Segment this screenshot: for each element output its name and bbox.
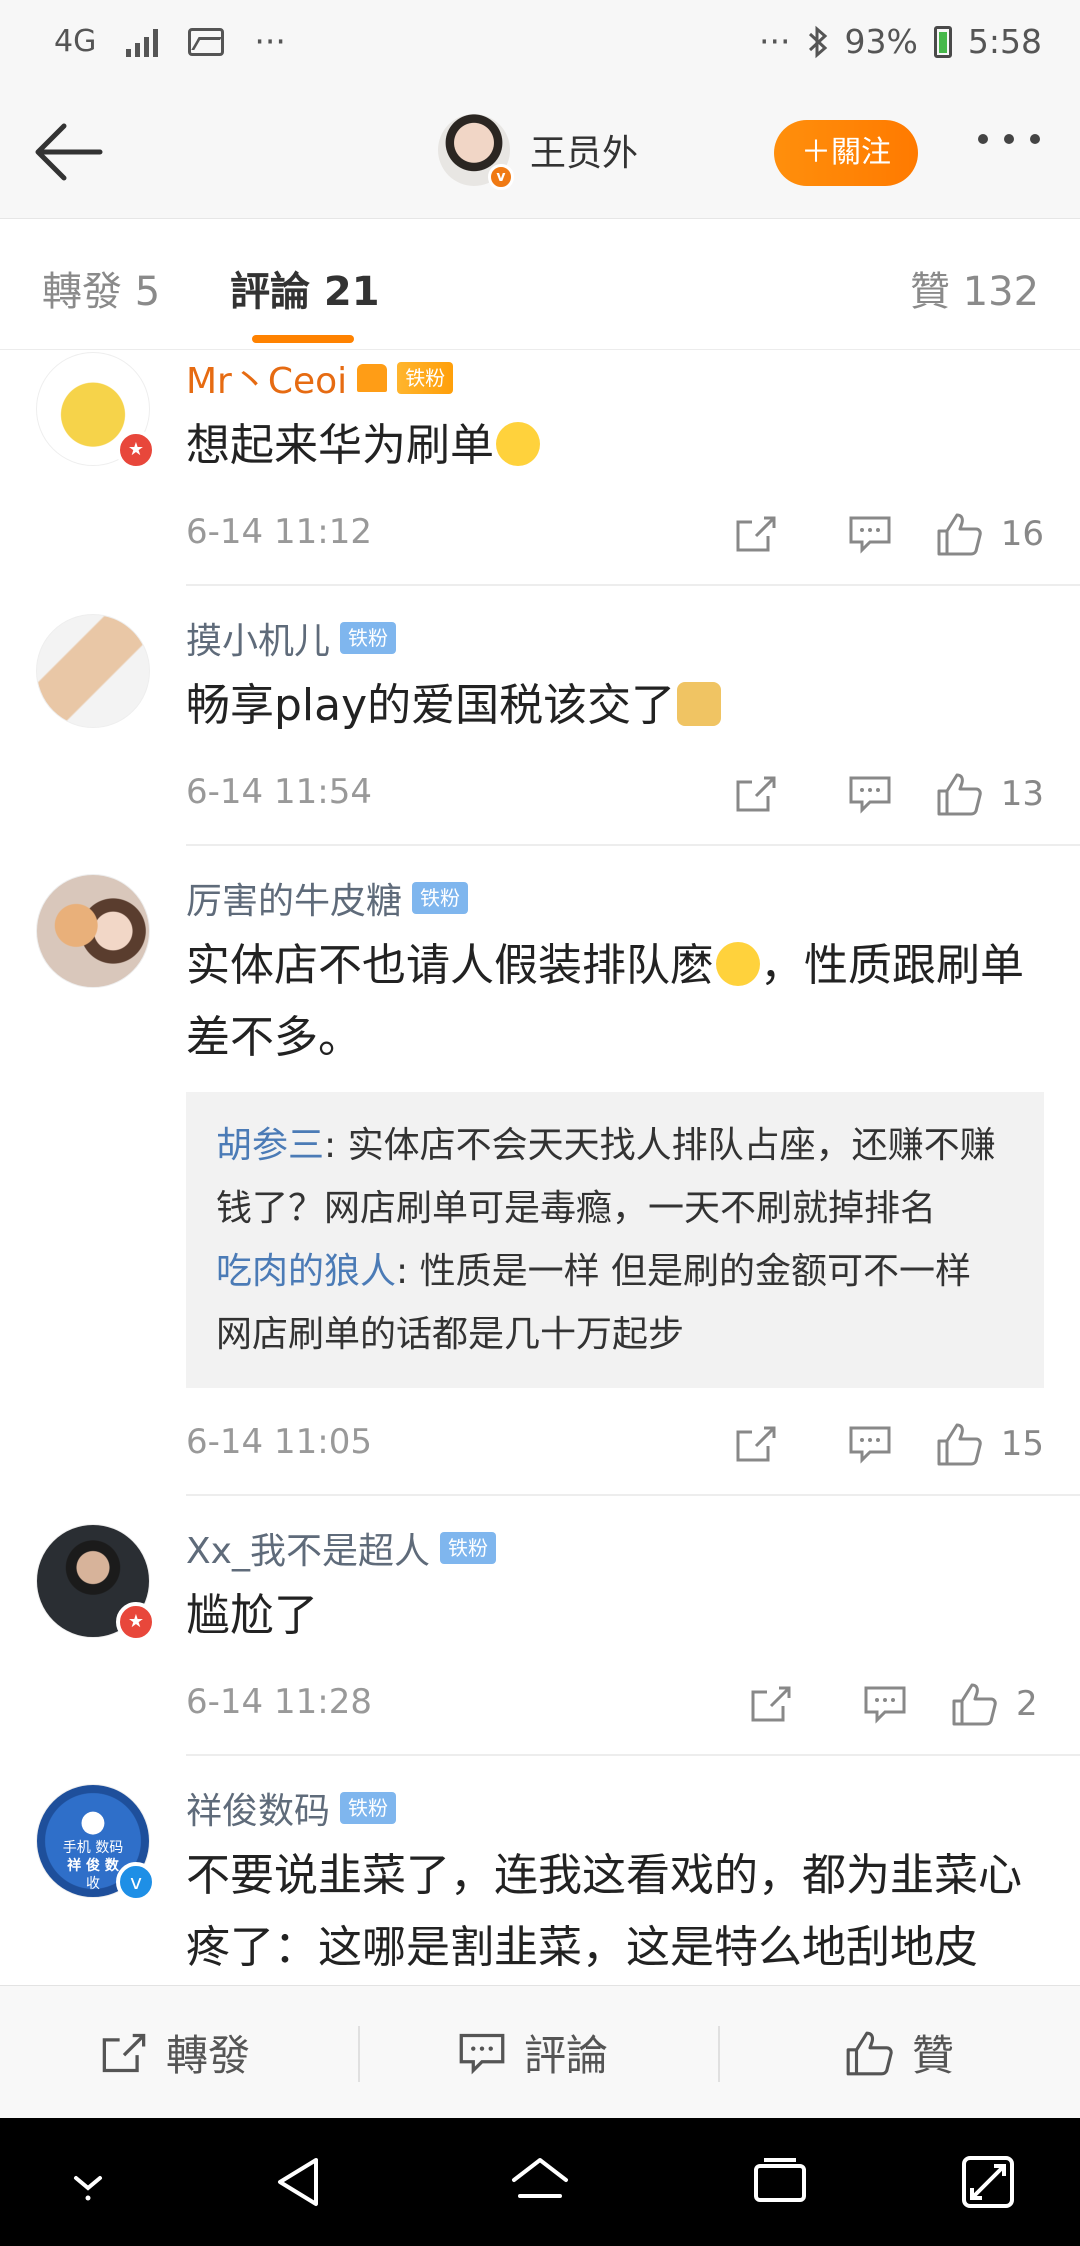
like-button[interactable]: 15: [935, 1421, 1044, 1467]
battery-icon: [933, 25, 952, 58]
top-nav-bar: v 王员外 ＋關注: [0, 90, 1080, 218]
tab-comments[interactable]: 評論 21: [230, 259, 380, 317]
author-avatar[interactable]: v: [438, 114, 514, 190]
thumbs-up-icon: [952, 1683, 997, 1726]
thumbs-up-icon: [937, 513, 982, 556]
clock: 5:58: [967, 22, 1042, 61]
home-nav-icon[interactable]: [510, 2152, 570, 2212]
back-arrow-icon[interactable]: [28, 120, 108, 184]
comment-item: ● 手机 数码 祥 俊 数 收 v 祥俊数码 铁粉 不要说韭菜了，连我这看戏的，…: [0, 1756, 1080, 1984]
comment-text: 不要说韭菜了，连我这看戏的，都为韭菜心疼了：这哪是割韭菜，这是特么地刮地皮: [186, 1850, 1022, 1973]
comment-item: 摸小机儿 铁粉 畅享play的爱国税该交了 6-14 11:54 13: [0, 586, 1080, 844]
commenter-name[interactable]: 摸小机儿 铁粉: [186, 612, 1044, 664]
thumbs-up-icon: [846, 2031, 893, 2075]
more-notifications-icon: ···: [254, 22, 286, 61]
comment-text: 实体店不也请人假装排队麽 ，性质跟刷单差不多。: [186, 940, 1024, 1063]
like-button[interactable]: 贊: [844, 1986, 954, 2119]
commenter-name[interactable]: 祥俊数码 铁粉: [186, 1782, 1044, 1834]
separator: [358, 2026, 360, 2082]
like-button[interactable]: 16: [935, 511, 1044, 557]
comment-item: ★ Mr丶Ceoi 铁粉 想起来华为刷单 6-14 11:12 16: [0, 350, 1080, 584]
reply-author[interactable]: 胡参三: [216, 1125, 324, 1166]
laughing-crying-emoji-icon: [716, 942, 760, 986]
reply-item[interactable]: 吃肉的狼人: 性质是一样 但是刷的金额可不一样 网店刷单的话都是几十万起步: [216, 1240, 1014, 1366]
author-info[interactable]: v 王员外: [438, 114, 638, 190]
commenter-avatar[interactable]: ★: [36, 1524, 156, 1642]
like-button[interactable]: 13: [935, 771, 1044, 817]
comment-time: 6-14 11:54: [186, 772, 372, 812]
verified-blue-icon: v: [116, 1862, 156, 1902]
signal-icon: [126, 27, 159, 57]
comment-icon[interactable]: [828, 1676, 942, 1732]
gallery-notification-icon: [188, 27, 225, 56]
content-tabs: 轉發 5 評論 21 贊 132: [0, 218, 1080, 350]
doge-emoji-icon: [677, 682, 722, 726]
repost-icon[interactable]: [699, 506, 813, 562]
comment-button[interactable]: 評論: [458, 1986, 608, 2119]
comment-text: 畅享play的爱国税该交了: [186, 670, 1044, 742]
comment-icon[interactable]: [813, 506, 927, 562]
reply-thread[interactable]: 胡参三: 实体店不会天天找人排队占座，还赚不赚钱了？网店刷单可是毒瘾，一天不刷就…: [186, 1092, 1044, 1388]
bottom-action-bar: 轉發 評論 贊: [0, 1985, 1080, 2118]
fan-badge: 铁粉: [439, 1532, 496, 1564]
verified-icon: v: [488, 164, 514, 190]
back-nav-icon[interactable]: [270, 2152, 330, 2212]
battery-percent: 93%: [844, 22, 918, 61]
commenter-name[interactable]: 厉害的牛皮糖 铁粉: [186, 872, 1044, 924]
follow-button[interactable]: ＋關注: [774, 120, 918, 186]
repost-icon[interactable]: [699, 1416, 813, 1472]
repost-icon[interactable]: [699, 766, 813, 822]
comment-list: ★ Mr丶Ceoi 铁粉 想起来华为刷单 6-14 11:12 16 摸小机儿 …: [0, 350, 1080, 1985]
commenter-name[interactable]: Xx_我不是超人 铁粉: [186, 1522, 1044, 1574]
commenter-avatar[interactable]: ● 手机 数码 祥 俊 数 收 v: [36, 1784, 156, 1902]
star-badge-icon: ★: [116, 430, 156, 470]
fan-badge: 铁粉: [340, 622, 397, 654]
commenter-avatar[interactable]: [36, 874, 150, 988]
active-tab-indicator: [252, 335, 354, 343]
tab-likes[interactable]: 贊 132: [910, 259, 1039, 317]
more-status-icon: ···: [759, 22, 791, 61]
comment-text: 尴尬了: [186, 1590, 318, 1641]
comment-item: ★ Xx_我不是超人 铁粉 尴尬了 6-14 11:28 2: [0, 1496, 1080, 1754]
repost-button[interactable]: 轉發: [100, 1986, 250, 2119]
hide-keyboard-icon[interactable]: [58, 2152, 118, 2212]
like-button[interactable]: 2: [950, 1681, 1056, 1727]
system-nav-bar: [0, 2118, 1080, 2246]
repost-icon[interactable]: [714, 1676, 828, 1732]
star-badge-icon: ★: [116, 1602, 156, 1642]
comment-time: 6-14 11:28: [186, 1682, 372, 1722]
comment-icon[interactable]: [813, 1416, 927, 1472]
thumbs-up-icon: [937, 1423, 982, 1466]
status-bar: 4G ··· ··· 93% 5:58: [0, 0, 1080, 90]
shocked-emoji-icon: [496, 422, 540, 466]
network-type: 4G: [54, 24, 97, 59]
more-options-icon[interactable]: [978, 134, 1040, 144]
comment-icon: [459, 2033, 505, 2074]
fan-badge: 铁粉: [412, 882, 469, 914]
comment-icon[interactable]: [813, 766, 927, 822]
tab-repost[interactable]: 轉發 5: [42, 259, 160, 317]
comment-item: 厉害的牛皮糖 铁粉 实体店不也请人假装排队麽 ，性质跟刷单差不多。 胡参三: 实体…: [0, 846, 1080, 1494]
fan-badge: 铁粉: [397, 362, 454, 394]
comment-time: 6-14 11:12: [186, 512, 372, 552]
author-name[interactable]: 王员外: [530, 124, 638, 176]
separator: [718, 2026, 720, 2082]
comment-time: 6-14 11:05: [186, 1422, 372, 1462]
reply-item[interactable]: 胡参三: 实体店不会天天找人排队占座，还赚不赚钱了？网店刷单可是毒瘾，一天不刷就…: [216, 1114, 1014, 1240]
repost-icon: [102, 2033, 146, 2072]
commenter-avatar[interactable]: ★: [36, 352, 156, 470]
bluetooth-icon: [808, 25, 827, 58]
fan-badge: 铁粉: [340, 1792, 397, 1824]
commenter-name[interactable]: Mr丶Ceoi 铁粉: [186, 352, 1044, 404]
comment-text: 想起来华为刷单: [186, 410, 1044, 482]
thumbs-up-icon: [937, 773, 982, 816]
commenter-avatar[interactable]: [36, 614, 150, 728]
reply-author[interactable]: 吃肉的狼人: [216, 1251, 396, 1292]
crown-icon: [357, 364, 388, 392]
recent-apps-icon[interactable]: [750, 2152, 810, 2212]
expand-icon[interactable]: [958, 2152, 1018, 2212]
